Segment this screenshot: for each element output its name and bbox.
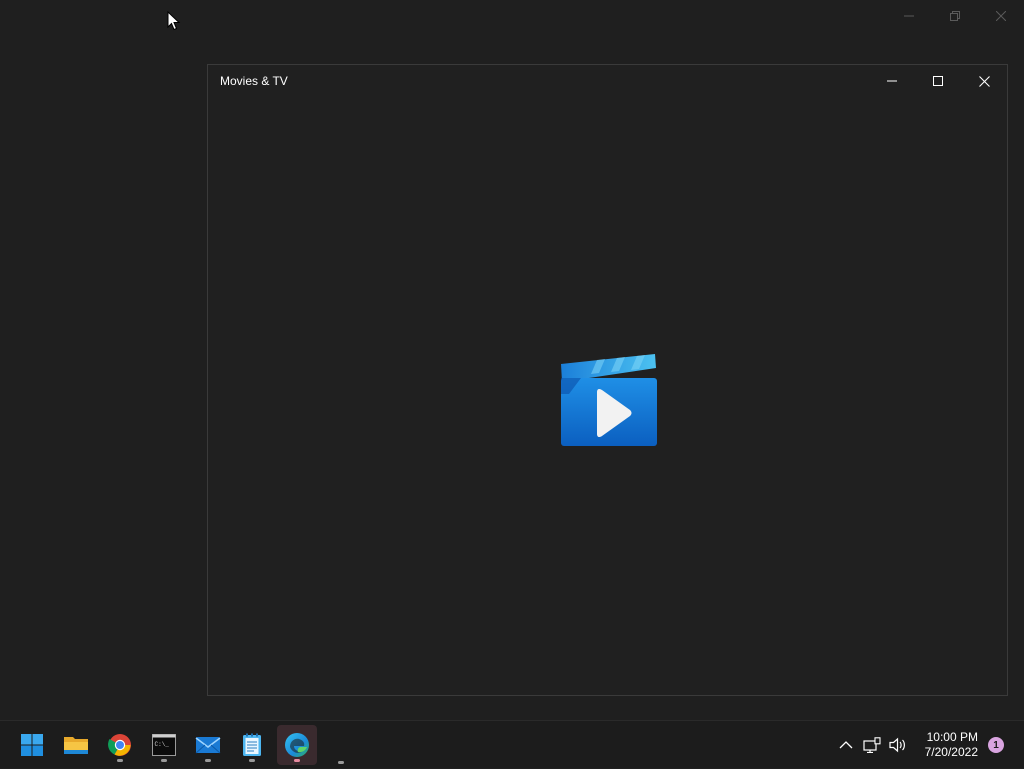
speaker-icon (889, 737, 905, 753)
window-title: Movies & TV (220, 74, 288, 88)
clock[interactable]: 10:00 PM 7/20/2022 (925, 730, 978, 760)
minimize-button[interactable] (869, 65, 915, 97)
desktop: Movies & TV (0, 0, 1024, 720)
chrome-icon (108, 734, 131, 756)
mouse-cursor-icon (167, 11, 181, 31)
show-hidden-icons-button[interactable] (834, 733, 858, 757)
chevron-up-icon (839, 741, 853, 749)
running-indicator (161, 759, 167, 762)
taskbar-mail[interactable] (188, 725, 228, 765)
taskbar-chrome[interactable] (100, 725, 140, 765)
movies-tv-logo-icon (561, 354, 657, 446)
system-tray: 10:00 PM 7/20/2022 1 (824, 721, 1024, 769)
network-button[interactable] (860, 733, 884, 757)
volume-button[interactable] (886, 733, 910, 757)
window-controls (869, 65, 1007, 97)
minimize-icon (887, 80, 897, 82)
background-minimize-button[interactable] (886, 0, 932, 32)
taskbar-notepad[interactable] (232, 725, 272, 765)
notification-badge[interactable]: 1 (988, 737, 1004, 753)
title-bar[interactable]: Movies & TV (208, 65, 1007, 97)
background-restore-button[interactable] (932, 0, 978, 32)
close-button[interactable] (961, 65, 1007, 97)
clock-date: 7/20/2022 (924, 745, 978, 759)
movies-tv-window: Movies & TV (207, 64, 1008, 696)
start-button[interactable] (12, 725, 52, 765)
running-indicator (338, 761, 344, 764)
windows-start-icon (21, 734, 43, 756)
running-indicator (117, 759, 123, 762)
file-explorer-icon (64, 737, 88, 754)
taskbar-file-explorer[interactable] (56, 725, 96, 765)
mail-icon (195, 737, 221, 754)
taskbar: C:\_ 10:00 PM 7/20/2022 1 (0, 720, 1024, 768)
maximize-button[interactable] (915, 65, 961, 97)
maximize-icon (933, 76, 943, 86)
taskbar-terminal[interactable]: C:\_ (144, 725, 184, 765)
background-window-controls (886, 0, 1024, 32)
terminal-icon: C:\_ (152, 734, 176, 756)
notepad-icon (243, 733, 261, 756)
network-icon (863, 737, 881, 753)
taskbar-edge[interactable] (277, 725, 317, 765)
running-indicator (205, 759, 211, 762)
clock-time: 10:00 PM (926, 730, 978, 744)
edge-icon (285, 733, 309, 757)
svg-text:C:\_: C:\_ (155, 741, 170, 748)
background-close-button[interactable] (978, 0, 1024, 32)
running-indicator (249, 759, 255, 762)
close-icon (978, 75, 990, 87)
active-indicator (294, 759, 300, 762)
